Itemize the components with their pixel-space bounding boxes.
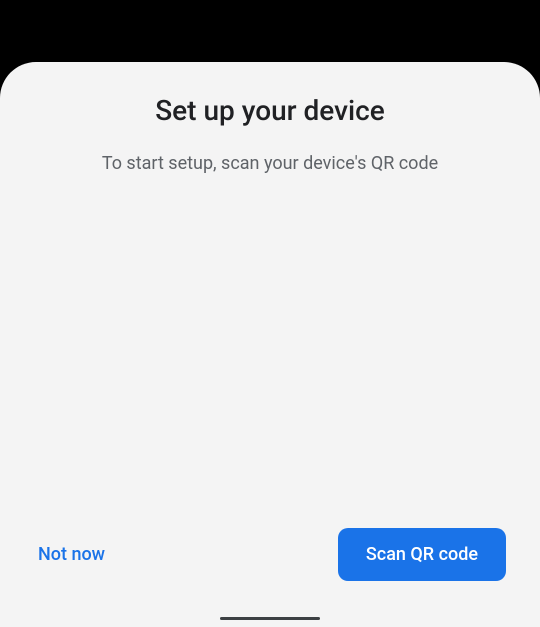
setup-sheet: Set up your device To start setup, scan … (0, 62, 540, 627)
dialog-title: Set up your device (155, 94, 385, 127)
not-now-button[interactable]: Not now (34, 536, 109, 573)
scan-qr-code-button[interactable]: Scan QR code (338, 528, 506, 581)
button-row: Not now Scan QR code (0, 528, 540, 627)
dialog-subtitle: To start setup, scan your device's QR co… (78, 153, 462, 174)
gesture-nav-indicator[interactable] (220, 617, 320, 620)
